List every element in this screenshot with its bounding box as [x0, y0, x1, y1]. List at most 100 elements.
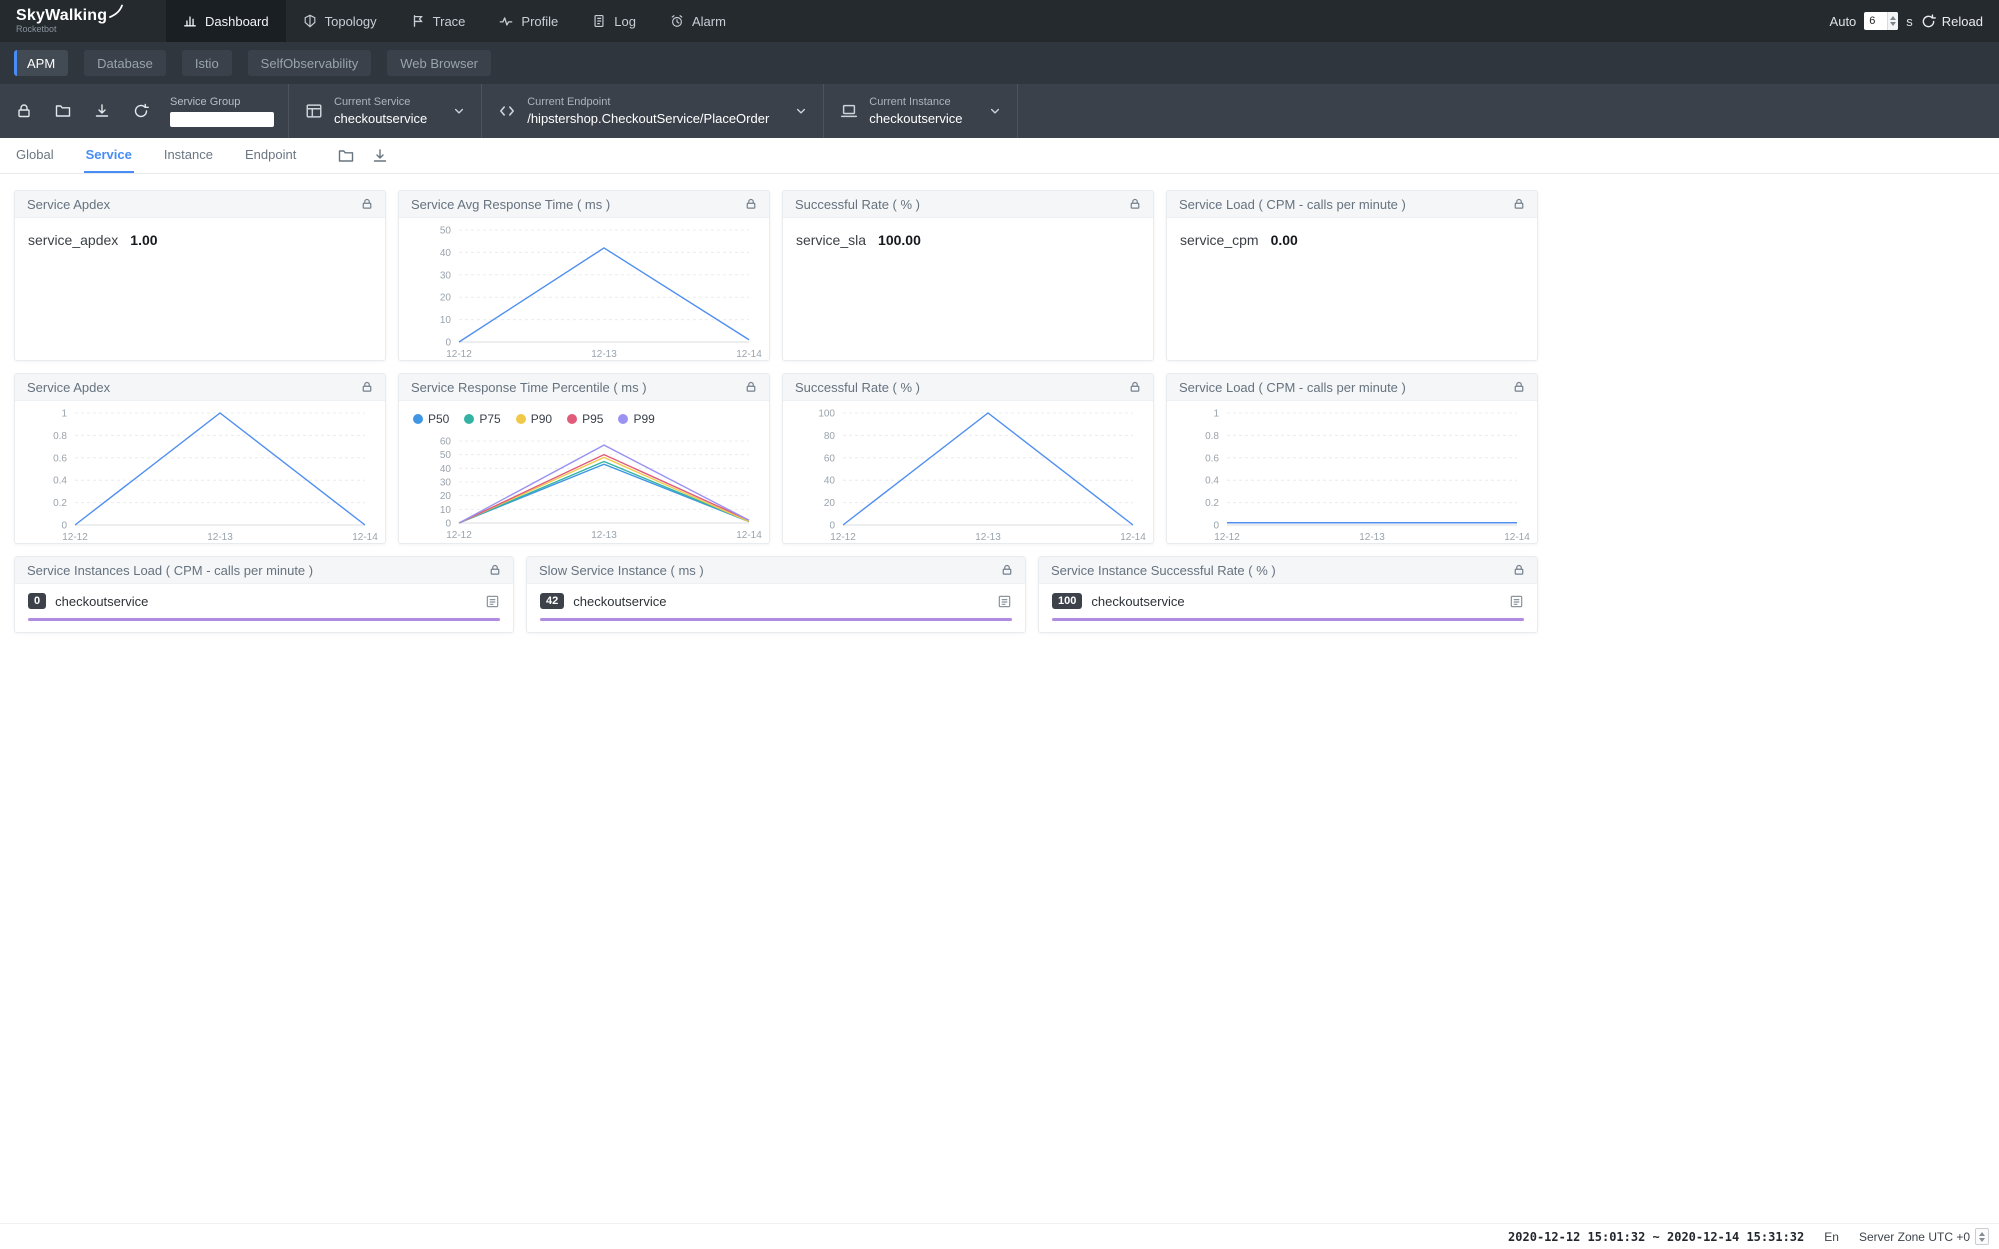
avg-response-line-chart: 0102030405012-1212-1312-14 — [399, 218, 769, 360]
successful-rate-line-chart: 02040608010012-1212-1312-14 — [783, 401, 1153, 543]
tab-service[interactable]: Service — [84, 138, 134, 173]
service-group-label: Service Group — [170, 96, 274, 108]
legend-item-p50[interactable]: P50 — [413, 412, 449, 426]
svg-text:12-12: 12-12 — [446, 349, 472, 360]
service-icon — [305, 102, 323, 120]
nav-item-topology[interactable]: Topology — [286, 0, 394, 42]
lock-icon[interactable] — [1513, 381, 1525, 393]
folder-icon[interactable] — [338, 148, 354, 164]
svg-text:10: 10 — [440, 505, 452, 516]
value-badge: 0 — [28, 593, 46, 609]
page-tab-istio[interactable]: Istio — [182, 50, 232, 76]
refresh-icon[interactable] — [121, 103, 160, 119]
dashboard-row-2: Service Apdex 00.20.40.60.8112-1212-1312… — [14, 373, 1999, 544]
card-avg-response-time: Service Avg Response Time ( ms ) 0102030… — [398, 190, 770, 361]
export-icon[interactable] — [372, 148, 388, 164]
current-endpoint-selector[interactable]: Current Endpoint /hipstershop.CheckoutSe… — [482, 84, 823, 138]
svg-text:0.2: 0.2 — [1205, 498, 1219, 509]
selector-value: checkoutservice — [334, 111, 427, 126]
reload-button[interactable]: Reload — [1921, 14, 1983, 29]
lock-icon[interactable] — [1513, 198, 1525, 210]
instance-name: checkoutservice — [55, 594, 476, 609]
instance-list-item[interactable]: 42 checkoutservice — [540, 593, 1012, 609]
main-nav: Dashboard Topology Trace Profile Log Ala… — [166, 0, 743, 42]
card-header: Service Instance Successful Rate ( % ) — [1039, 557, 1537, 584]
svg-text:0: 0 — [445, 338, 451, 349]
legend-item-p90[interactable]: P90 — [516, 412, 552, 426]
svg-text:100: 100 — [818, 409, 835, 420]
dashboard-toolbar: Service Group Current Service checkoutse… — [0, 84, 1999, 138]
lock-icon[interactable] — [1129, 381, 1141, 393]
log-icon — [592, 14, 606, 28]
svg-text:12-13: 12-13 — [591, 349, 617, 360]
legend-item-p99[interactable]: P99 — [618, 412, 654, 426]
percentile-line-chart: 010203040506012-1212-1312-14 — [399, 429, 769, 541]
svg-text:10: 10 — [440, 315, 452, 326]
legend-dot — [464, 414, 474, 424]
current-service-selector[interactable]: Current Service checkoutservice — [289, 84, 481, 138]
svg-text:20: 20 — [824, 498, 836, 509]
svg-text:0.8: 0.8 — [53, 431, 67, 442]
toolbar-divider — [1017, 84, 1018, 138]
nav-item-trace[interactable]: Trace — [394, 0, 483, 42]
nav-item-dashboard[interactable]: Dashboard — [166, 0, 286, 42]
metric-label: service_apdex — [28, 232, 118, 248]
selector-label: Current Endpoint — [527, 96, 769, 108]
lock-icon[interactable] — [745, 381, 757, 393]
nav-item-profile[interactable]: Profile — [482, 0, 575, 42]
service-group-input[interactable] — [170, 112, 274, 127]
logo[interactable]: SkyWalking Rocketbot — [16, 0, 112, 42]
auto-interval-value: 6 — [1864, 15, 1887, 27]
instance-detail-icon[interactable] — [485, 594, 500, 609]
current-instance-selector[interactable]: Current Instance checkoutservice — [824, 84, 1016, 138]
metric-body: service_cpm 0.00 — [1167, 218, 1537, 262]
instance-list-item[interactable]: 0 checkoutservice — [28, 593, 500, 609]
tab-global[interactable]: Global — [14, 138, 56, 173]
logo-subtitle: Rocketbot — [16, 24, 112, 34]
legend-item-p75[interactable]: P75 — [464, 412, 500, 426]
page-tab-database[interactable]: Database — [84, 50, 166, 76]
page-tab-selfobservability[interactable]: SelfObservability — [248, 50, 372, 76]
auto-interval-input[interactable]: 6 — [1864, 12, 1898, 30]
lock-icon[interactable] — [1001, 564, 1013, 576]
reload-label: Reload — [1942, 14, 1983, 29]
legend-item-p95[interactable]: P95 — [567, 412, 603, 426]
nav-item-alarm[interactable]: Alarm — [653, 0, 743, 42]
instance-detail-icon[interactable] — [1509, 594, 1524, 609]
number-spinner[interactable] — [1887, 12, 1898, 30]
lock-icon[interactable] — [361, 198, 373, 210]
card-slow-service-instance: Slow Service Instance ( ms ) 42 checkout… — [526, 556, 1026, 633]
card-title: Successful Rate ( % ) — [795, 380, 920, 395]
instance-laptop-icon — [840, 102, 858, 120]
nav-item-label: Dashboard — [205, 14, 269, 29]
instance-load-bar — [540, 618, 1012, 621]
lock-icon[interactable] — [4, 103, 43, 119]
card-header: Service Apdex — [15, 191, 385, 218]
folder-icon[interactable] — [43, 103, 82, 119]
tab-endpoint[interactable]: Endpoint — [243, 138, 298, 173]
lock-icon[interactable] — [1513, 564, 1525, 576]
instance-load-bar — [1052, 618, 1524, 621]
instance-detail-icon[interactable] — [997, 594, 1012, 609]
svg-text:12-12: 12-12 — [830, 532, 856, 543]
lock-icon[interactable] — [361, 381, 373, 393]
tab-instance[interactable]: Instance — [162, 138, 215, 173]
server-zone-stepper[interactable] — [1975, 1228, 1989, 1245]
svg-text:40: 40 — [440, 248, 452, 259]
card-title: Service Response Time Percentile ( ms ) — [411, 380, 647, 395]
page-tab-apm[interactable]: APM — [14, 50, 68, 76]
export-icon[interactable] — [82, 103, 121, 119]
time-range-picker[interactable]: 2020-12-12 15:01:32 ~ 2020-12-14 15:31:3… — [1508, 1230, 1804, 1244]
language-toggle[interactable]: En — [1824, 1230, 1839, 1244]
nav-item-label: Trace — [433, 14, 466, 29]
lock-icon[interactable] — [1129, 198, 1141, 210]
metric-value: 0.00 — [1271, 232, 1298, 248]
lock-icon[interactable] — [745, 198, 757, 210]
service-load-line-chart: 00.20.40.60.8112-1212-1312-14 — [1167, 401, 1537, 543]
nav-item-log[interactable]: Log — [575, 0, 653, 42]
instance-list-item[interactable]: 100 checkoutservice — [1052, 593, 1524, 609]
page-tab-web-browser[interactable]: Web Browser — [387, 50, 491, 76]
percentile-legend: P50 P75 P90 P95 P99 — [399, 401, 769, 429]
lock-icon[interactable] — [489, 564, 501, 576]
svg-text:20: 20 — [440, 293, 452, 304]
